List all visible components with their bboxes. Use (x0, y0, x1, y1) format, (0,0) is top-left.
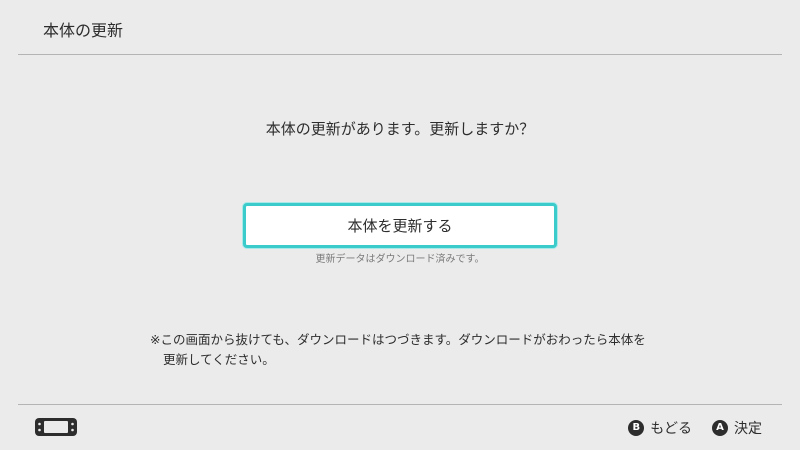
note-line-2: 更新してください。 (163, 352, 275, 367)
a-button-icon: A (712, 420, 728, 436)
note-line-1: ※この画面から抜けても、ダウンロードはつづきます。ダウンロードがおわったら本体を (150, 332, 646, 347)
footer-actions: B もどる A 決定 (628, 417, 762, 439)
download-status-text: 更新データはダウンロード済みです。 (315, 254, 485, 265)
confirm-action-label: 決定 (734, 421, 762, 437)
b-button-icon: B (628, 420, 645, 436)
footer-divider (18, 404, 782, 405)
header-divider (18, 54, 782, 55)
back-action[interactable]: B もどる (628, 418, 692, 438)
update-question: 本体の更新があります。更新しますか？ (265, 120, 535, 138)
handheld-console-icon (35, 418, 77, 436)
update-system-button[interactable]: 本体を更新する (243, 203, 557, 248)
download-note: ※この画面から抜けても、ダウンロードはつづきます。ダウンロードがおわったら本体を… (150, 330, 690, 370)
confirm-action[interactable]: A 決定 (712, 418, 762, 438)
page-title: 本体の更新 (43, 21, 124, 40)
header: 本体の更新 (0, 0, 800, 55)
system-update-screen: 本体の更新 本体の更新があります。更新しますか？ 本体を更新する 更新データはダ… (0, 0, 800, 450)
back-action-label: もどる (650, 421, 692, 437)
